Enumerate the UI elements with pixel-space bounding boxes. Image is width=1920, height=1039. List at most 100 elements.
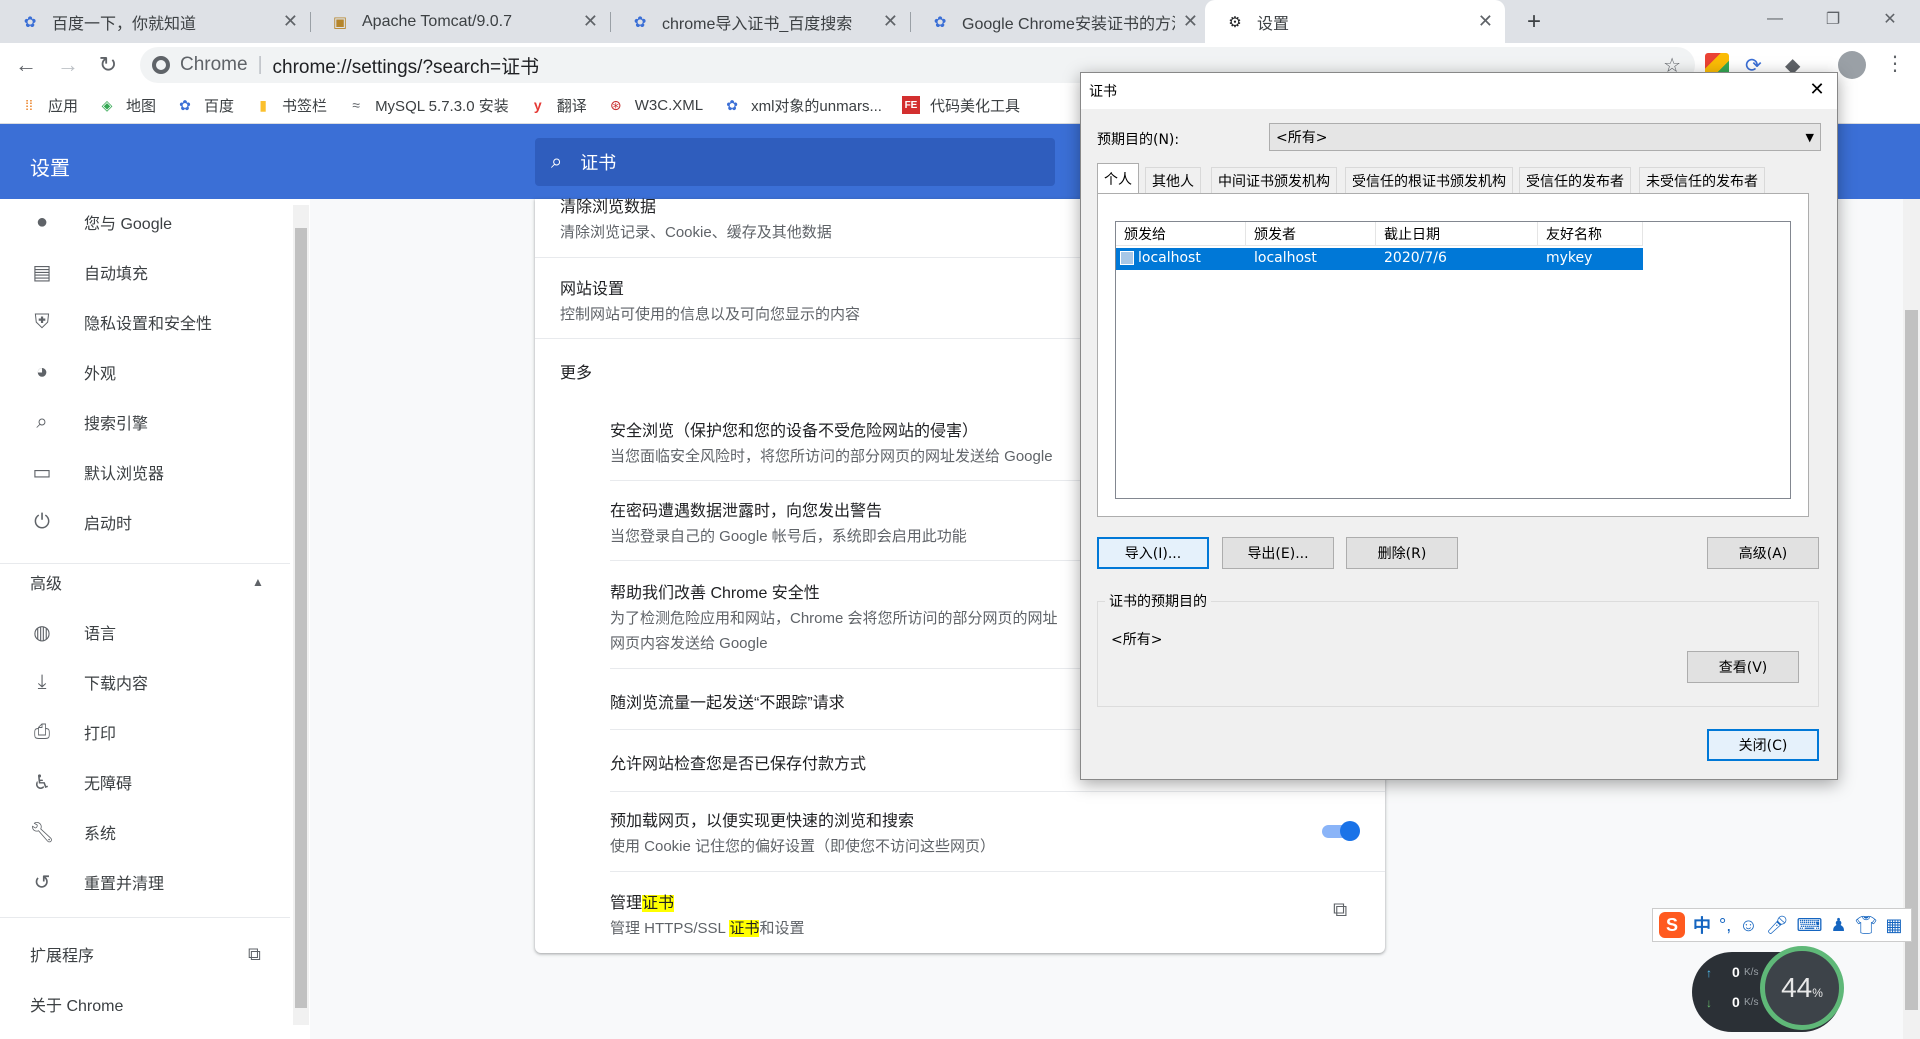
reload-button[interactable]: ↻ (92, 49, 124, 81)
sidebar-item-system[interactable]: 🔧︎ 系统 (0, 807, 290, 857)
setting-divider (610, 871, 1385, 872)
tab-intermediate-ca[interactable]: 中间证书颁发机构 (1211, 167, 1337, 193)
bookmark-mysql[interactable]: ≈ MySQL 5.7.3.0 安装 (347, 95, 509, 116)
sidebar-item-appearance[interactable]: ◕ 外观 (0, 347, 290, 397)
close-icon[interactable]: ✕ (1478, 11, 1493, 32)
tab-settings[interactable]: ⚙ 设置 ✕ (1205, 0, 1505, 43)
bookmark-xml[interactable]: ✿ xml对象的unmars... (723, 95, 882, 116)
open-in-new-icon[interactable]: ⧉ (1333, 899, 1347, 922)
column-header[interactable]: 颁发者 (1246, 222, 1376, 246)
sidebar-item-downloads[interactable]: ⤓ 下载内容 (0, 657, 290, 707)
shirt-icon[interactable]: 👕︎ (1855, 915, 1878, 936)
back-button[interactable]: ← (10, 49, 42, 81)
view-button[interactable]: 查看(V) (1687, 651, 1799, 683)
ime-mode[interactable]: 中 (1693, 912, 1711, 938)
tab-other-people[interactable]: 其他人 (1145, 167, 1201, 193)
sidebar-scroll-thumb[interactable] (295, 228, 307, 1008)
maximize-button[interactable]: ❐ (1803, 0, 1863, 38)
sidebar-item-label: 隐私设置和安全性 (84, 316, 213, 333)
tab-baidu[interactable]: ✿ 百度一下，你就知道 ✕ (0, 0, 310, 43)
bookmark-maps[interactable]: ◈ 地图 (98, 95, 156, 116)
url-text[interactable]: chrome://settings/?search=证书 (273, 52, 540, 79)
tab-trusted-publishers[interactable]: 受信任的发布者 (1519, 167, 1631, 193)
minimize-button[interactable]: — (1745, 0, 1805, 38)
bookmark-beautify[interactable]: FE 代码美化工具 (901, 95, 1020, 116)
certificate-row[interactable]: localhost localhost 2020/7/6 mykey (1116, 248, 1643, 270)
settings-search-input[interactable]: ⌕ 证书 (535, 138, 1055, 186)
sidebar-item-reset[interactable]: ↺ 重置并清理 (0, 857, 290, 907)
tab-chrome-import[interactable]: ✿ chrome导入证书_百度搜索 ✕ (610, 0, 910, 43)
new-tab-button[interactable]: + (1518, 6, 1550, 38)
sidebar-item-label: 下载内容 (84, 676, 149, 693)
certificate-dialog: 证书 ✕ 预期目的(N): <所有> ▼ 个人 其他人 中间证书颁发机构 受信任… (1080, 72, 1838, 780)
keyboard-icon[interactable]: ⌨ (1796, 915, 1822, 936)
tab-strip: ✿ 百度一下，你就知道 ✕ ▣ Apache Tomcat/9.0.7 ✕ ✿ … (0, 0, 1920, 43)
certificate-list[interactable]: 颁发给 颁发者 截止日期 友好名称 localhost localhost 20… (1115, 221, 1791, 499)
export-button[interactable]: 导出(E)... (1222, 537, 1334, 569)
column-header[interactable]: 友好名称 (1538, 222, 1643, 246)
sidebar-item-privacy[interactable]: ⛨ 隐私设置和安全性 (0, 297, 290, 347)
bookmark-folder[interactable]: ▮ 书签栏 (254, 95, 327, 116)
setting-title: 预加载网页，以便实现更快速的浏览和搜索 (610, 813, 915, 830)
import-button[interactable]: 导入(I)... (1097, 537, 1209, 569)
sidebar-item-about-chrome[interactable]: 关于 Chrome (0, 979, 290, 1029)
sidebar-item-accessibility[interactable]: ♿ 无障碍 (0, 757, 290, 807)
bookmark-w3c[interactable]: ⊛ W3C.XML (607, 96, 703, 114)
bookmark-label: W3C.XML (634, 96, 704, 114)
tab-untrusted-publishers[interactable]: 未受信任的发布者 (1639, 167, 1765, 193)
advanced-button[interactable]: 高级(A) (1707, 537, 1819, 569)
close-icon[interactable]: ✕ (583, 11, 598, 32)
dialog-close-icon[interactable]: ✕ (1803, 77, 1831, 101)
setting-preload[interactable]: 预加载网页，以便实现更快速的浏览和搜索 使用 Cookie 记住您的偏好设置（即… (535, 807, 1385, 856)
sidebar-item-on-startup[interactable]: ⏻ 启动时 (0, 497, 290, 547)
remove-button[interactable]: 删除(R) (1346, 537, 1458, 569)
fe-icon: FE (901, 96, 920, 114)
bookmark-label: MySQL 5.7.3.0 安装 (375, 97, 509, 115)
skin-icon[interactable]: ♟ (1830, 915, 1846, 936)
sidebar-item-you-and-google[interactable]: ● 您与 Google (0, 197, 290, 247)
tab-tomcat[interactable]: ▣ Apache Tomcat/9.0.7 ✕ (310, 0, 610, 43)
avatar[interactable] (1838, 51, 1866, 79)
tab-personal[interactable]: 个人 (1097, 163, 1139, 193)
sidebar-item-languages[interactable]: ◍ 语言 (0, 607, 290, 657)
sidebar-item-printing[interactable]: ⎙ 打印 (0, 707, 290, 757)
sogou-logo-icon[interactable]: S (1659, 912, 1685, 938)
search-value: 证书 (580, 153, 617, 173)
sidebar-item-extensions[interactable]: 扩展程序 ⧉ (0, 929, 290, 979)
subtitle-text: 和设置 (759, 920, 805, 937)
column-header[interactable]: 颁发给 (1116, 222, 1246, 246)
sidebar-item-autofill[interactable]: ▤ 自动填充 (0, 247, 290, 297)
sidebar-item-label: 外观 (84, 366, 117, 383)
browser-icon: ▭ (32, 461, 52, 484)
window-close-button[interactable]: ✕ (1860, 0, 1920, 38)
sidebar-item-default-browser[interactable]: ▭ 默认浏览器 (0, 447, 290, 497)
close-button[interactable]: 关闭(C) (1707, 729, 1819, 761)
close-icon[interactable]: ✕ (283, 11, 298, 32)
memory-usage-gauge[interactable]: 44% (1760, 946, 1844, 1030)
sidebar-item-search-engine[interactable]: ⌕ 搜索引擎 (0, 397, 290, 447)
memory-percent: 44 (1781, 972, 1813, 1003)
close-icon[interactable]: ✕ (883, 11, 898, 32)
bookmark-label: 代码美化工具 (929, 97, 1020, 115)
forward-button[interactable]: → (52, 49, 84, 81)
sidebar-advanced-toggle[interactable]: 高级 ▲ (0, 557, 290, 607)
bookmark-translate[interactable]: y 翻译 (529, 95, 587, 116)
sidebar-item-label: 启动时 (84, 516, 133, 533)
setting-manage-certificates[interactable]: 管理证书 管理 HTTPS/SSL 证书和设置 ⧉ (535, 889, 1385, 938)
emoji-icon[interactable]: ☺ (1739, 915, 1757, 936)
preload-toggle[interactable] (1320, 820, 1360, 842)
page-scroll-thumb[interactable] (1905, 310, 1918, 1010)
column-header[interactable]: 截止日期 (1376, 222, 1538, 246)
punctuation-icon[interactable]: °, (1719, 915, 1731, 936)
grid-icon[interactable]: ▦ (1885, 915, 1902, 936)
microphone-icon[interactable]: 🎤︎ (1766, 915, 1789, 936)
purpose-select[interactable]: <所有> ▼ (1269, 123, 1821, 151)
menu-icon[interactable]: ⋮ (1885, 51, 1905, 79)
tab-trusted-root-ca[interactable]: 受信任的根证书颁发机构 (1345, 167, 1513, 193)
bookmark-baidu[interactable]: ✿ 百度 (176, 95, 234, 116)
bookmark-apps[interactable]: ⁞⁞ 应用 (20, 95, 78, 116)
palette-icon: ◕ (35, 360, 49, 383)
close-icon[interactable]: ✕ (1183, 11, 1198, 32)
tab-google-chrome-cert[interactable]: ✿ Google Chrome安装证书的方法 ✕ (910, 0, 1210, 43)
bookmark-label: xml对象的unmars... (751, 97, 882, 115)
